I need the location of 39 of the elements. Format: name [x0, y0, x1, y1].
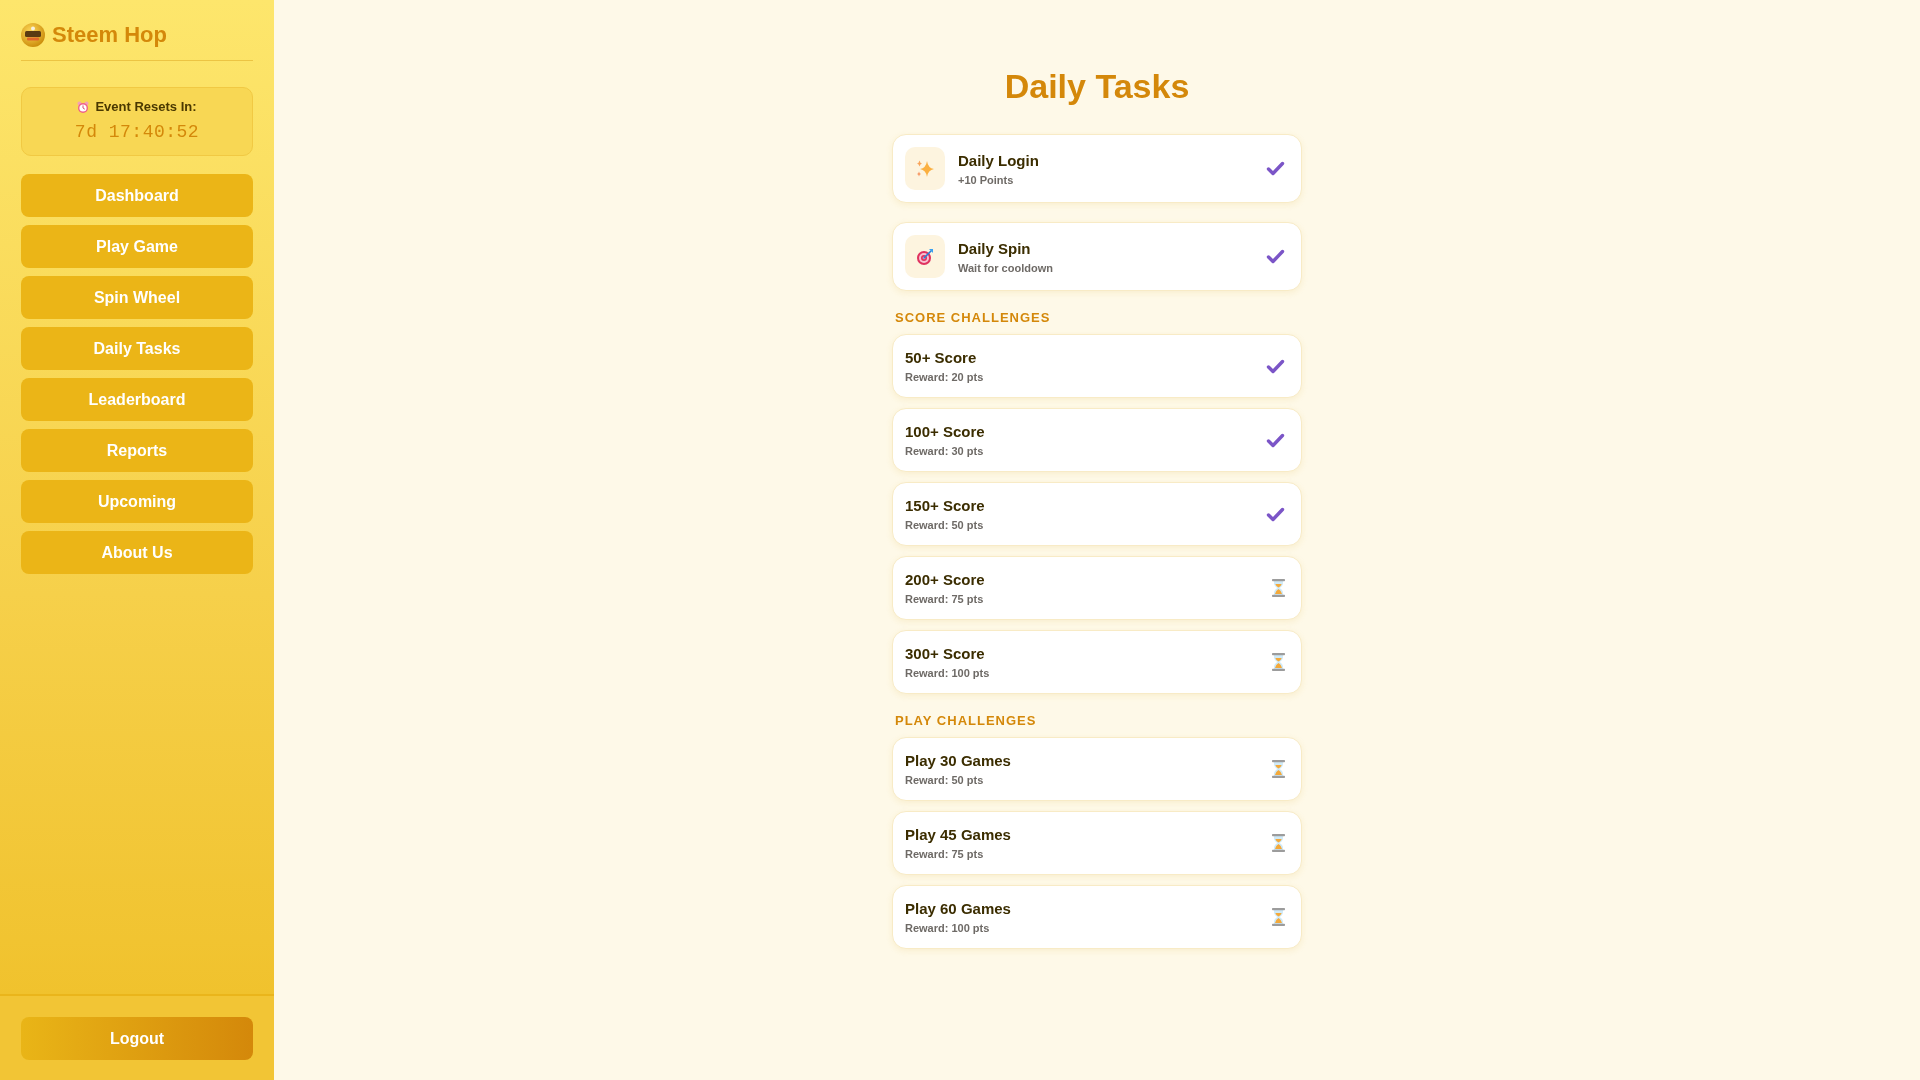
section-heading: SCORE CHALLENGES [895, 310, 1052, 326]
nav-button[interactable]: Spin Wheel [21, 276, 253, 319]
challenge-title: Play 45 Games [905, 825, 1012, 844]
reward-text: Reward: 50 pts [905, 518, 985, 532]
challenge-title: Play 30 Games [905, 751, 1012, 770]
task-subtitle: Wait for cooldown [958, 260, 1054, 275]
brand-name: Steem Hop [52, 22, 167, 48]
task-title: Daily Login [958, 150, 1040, 170]
challenge-title: Play 60 Games [905, 899, 1012, 918]
task-subtitle: +10 Points [958, 172, 1015, 187]
challenge-title: 300+ Score [905, 644, 986, 663]
logo-icon [21, 23, 45, 47]
reward-text: Reward: 75 pts [905, 592, 985, 606]
challenge-title: 200+ Score [905, 570, 986, 589]
nav-button[interactable]: Reports [21, 429, 253, 472]
target-icon [905, 235, 945, 278]
reward-text: Reward: 75 pts [905, 847, 985, 861]
event-label: Event Resets In: [95, 99, 197, 115]
reward-text: Reward: 100 pts [905, 666, 991, 680]
nav-button[interactable]: Dashboard [21, 174, 253, 217]
nav-button[interactable]: Play Game [21, 225, 253, 268]
task-title: Daily Spin [958, 238, 1032, 258]
reward-text: Reward: 100 pts [905, 921, 991, 935]
nav-button[interactable]: About Us [21, 531, 253, 574]
nav-button[interactable]: Leaderboard [21, 378, 253, 421]
challenge-title: 150+ Score [905, 496, 986, 515]
sparkle-icon [905, 147, 945, 190]
challenge-title: 100+ Score [905, 422, 986, 441]
alarm-clock-icon [77, 100, 90, 114]
nav-button[interactable]: Upcoming [21, 480, 253, 523]
section-heading: PLAY CHALLENGES [895, 713, 1038, 729]
page-title: Daily Tasks [1004, 66, 1190, 107]
reward-text: Reward: 50 pts [905, 773, 985, 787]
countdown-timer: 7d 17:40:52 [74, 121, 200, 143]
challenge-title: 50+ Score [905, 348, 978, 367]
reward-text: Reward: 20 pts [905, 370, 985, 384]
reward-text: Reward: 30 pts [905, 444, 985, 458]
nav-button[interactable]: Daily Tasks [21, 327, 253, 370]
logout-button[interactable]: Logout [21, 1017, 253, 1060]
